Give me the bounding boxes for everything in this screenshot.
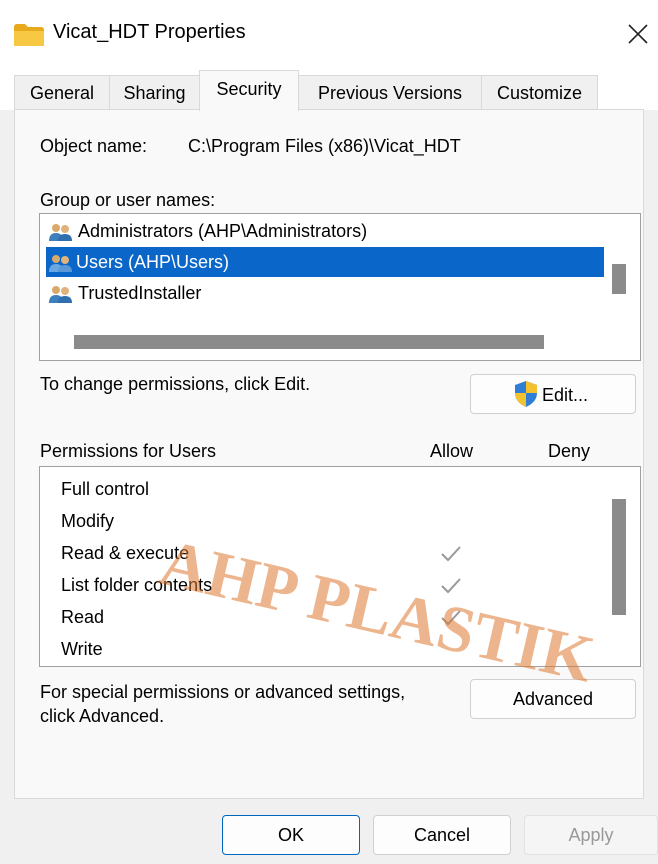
permissions-list[interactable]: Full control Modify Read & execute List … <box>39 466 641 667</box>
list-item-trustedinstaller[interactable]: TrustedInstaller <box>46 278 604 308</box>
vertical-scrollbar-thumb[interactable] <box>612 499 626 615</box>
cancel-button[interactable]: Cancel <box>373 815 511 855</box>
users-icon <box>49 255 72 272</box>
advanced-button[interactable]: Advanced <box>470 679 636 719</box>
window-title: Vicat_HDT Properties <box>53 21 246 43</box>
deny-header: Deny <box>548 441 591 461</box>
allow-check-icon <box>441 546 461 562</box>
user-list[interactable]: Administrators (AHP\Administrators) User… <box>39 213 641 361</box>
apply-button[interactable]: Apply <box>524 815 658 855</box>
permission-row: List folder contents <box>61 575 213 595</box>
permissions-label: Permissions for Users <box>40 441 217 461</box>
permission-row: Write <box>61 639 103 659</box>
permission-row: Modify <box>61 511 115 531</box>
allow-check-icon <box>441 610 461 626</box>
tab-general[interactable]: General <box>14 75 110 109</box>
list-item-label: Administrators (AHP\Administrators) <box>78 221 368 241</box>
horizontal-scrollbar-thumb[interactable] <box>74 335 544 349</box>
allow-check-icon <box>441 578 461 594</box>
users-icon <box>49 224 72 241</box>
tab-previous-versions[interactable]: Previous Versions <box>298 75 482 109</box>
close-button[interactable] <box>618 14 658 54</box>
group-user-label: Group or user names: <box>40 190 216 210</box>
tab-sharing[interactable]: Sharing <box>109 75 200 109</box>
permission-row: Read <box>61 607 105 627</box>
change-permissions-hint: To change permissions, click Edit. <box>40 374 311 394</box>
permission-row: Full control <box>61 479 150 499</box>
list-item-administrators[interactable]: Administrators (AHP\Administrators) <box>46 216 604 246</box>
object-name-value: C:\Program Files (x86)\Vicat_HDT <box>188 136 461 156</box>
list-item-users[interactable]: Users (AHP\Users) <box>46 247 604 277</box>
advanced-hint-line1: For special permissions or advanced sett… <box>40 682 406 702</box>
uac-shield-icon <box>515 381 537 407</box>
folder-icon <box>14 24 44 46</box>
list-item-label: TrustedInstaller <box>78 283 202 303</box>
list-item-label: Users (AHP\Users) <box>76 252 230 272</box>
tab-customize[interactable]: Customize <box>481 75 598 109</box>
ok-button[interactable]: OK <box>222 815 360 855</box>
edit-button-label: Edit... <box>542 385 589 405</box>
tab-security[interactable]: Security <box>199 70 299 111</box>
vertical-scrollbar-thumb[interactable] <box>612 264 626 294</box>
allow-header: Allow <box>430 441 474 461</box>
properties-dialog: Vicat_HDT Properties General Sharing Sec… <box>0 0 658 864</box>
title-bar: Vicat_HDT Properties <box>0 0 658 68</box>
edit-button[interactable]: Edit... <box>470 374 636 414</box>
permission-row: Read & execute <box>61 543 190 563</box>
advanced-hint-line2: click Advanced. <box>40 706 165 726</box>
close-icon <box>628 24 648 44</box>
object-name-label: Object name: <box>40 136 148 156</box>
users-icon <box>49 286 72 303</box>
